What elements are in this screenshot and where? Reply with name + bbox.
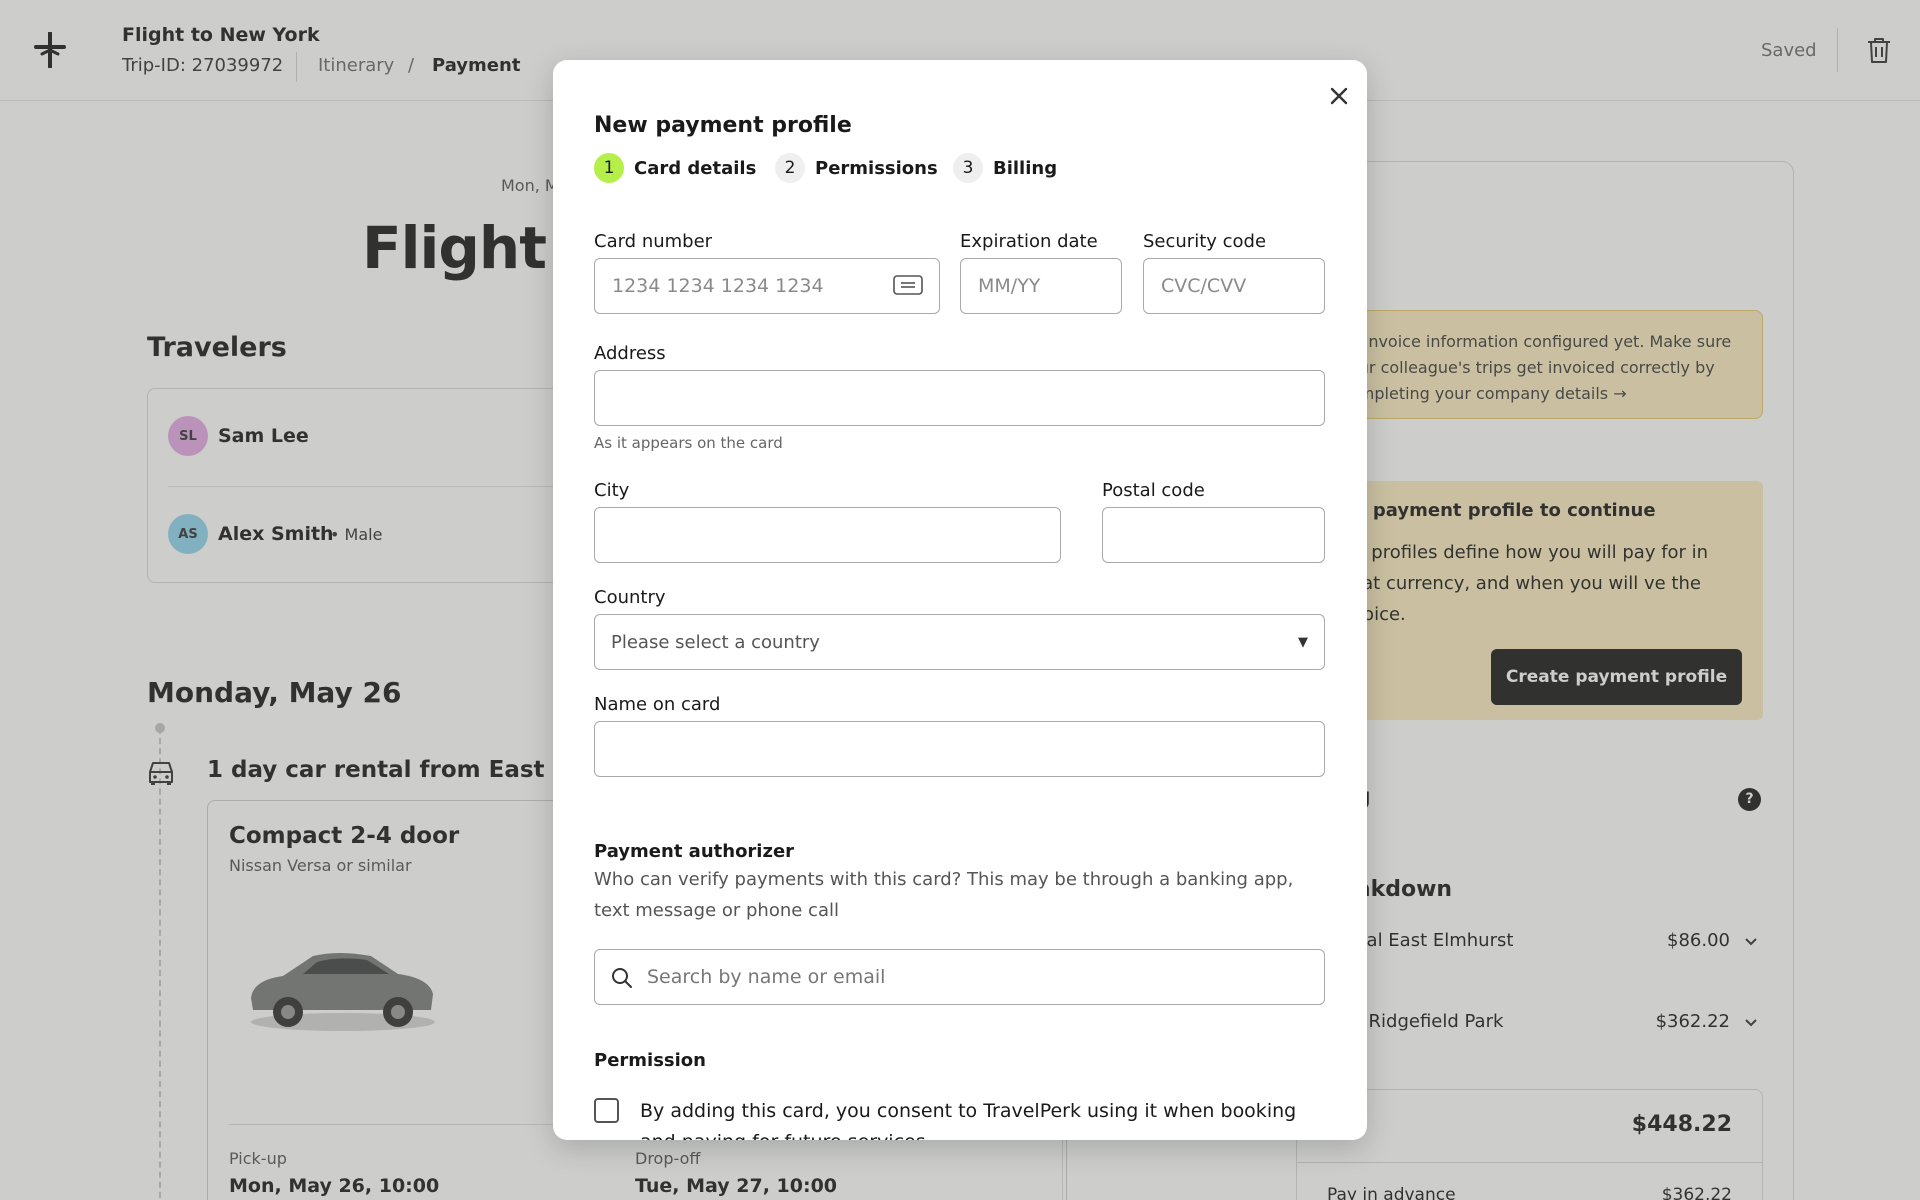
credit-card-icon	[893, 275, 923, 295]
close-icon	[1330, 87, 1348, 105]
step-number: 2	[775, 153, 805, 183]
card-number-label: Card number	[594, 231, 713, 252]
country-label: Country	[594, 587, 666, 608]
expiration-date-label: Expiration date	[960, 231, 1098, 252]
permission-title: Permission	[594, 1050, 706, 1071]
name-on-card-input[interactable]	[594, 721, 1325, 777]
country-select[interactable]: Please select a country ▼	[594, 614, 1325, 670]
modal-title: New payment profile	[594, 113, 852, 138]
step-label: Billing	[993, 157, 1058, 179]
security-code-input[interactable]	[1143, 258, 1325, 314]
payment-authorizer-description: Who can verify payments with this card? …	[594, 869, 1294, 921]
expiration-date-input[interactable]	[960, 258, 1122, 314]
step-permissions[interactable]: 2 Permissions	[775, 152, 938, 184]
address-input[interactable]	[594, 370, 1325, 426]
step-number: 3	[953, 153, 983, 183]
address-hint: As it appears on the card	[594, 434, 783, 452]
country-select-value: Please select a country	[611, 631, 820, 653]
postal-code-label: Postal code	[1102, 480, 1205, 501]
name-on-card-label: Name on card	[594, 694, 721, 715]
city-input[interactable]	[594, 507, 1061, 563]
authorizer-search	[594, 949, 1325, 1005]
payment-profile-modal: New payment profile 1 Card details 2 Per…	[553, 60, 1367, 1140]
step-number: 1	[594, 153, 624, 183]
step-card-details[interactable]: 1 Card details	[594, 152, 756, 184]
address-label: Address	[594, 343, 666, 364]
search-icon	[612, 968, 632, 988]
city-label: City	[594, 480, 630, 501]
step-label: Card details	[634, 157, 757, 179]
step-billing[interactable]: 3 Billing	[953, 152, 1057, 184]
caret-down-icon: ▼	[1298, 634, 1308, 650]
authorizer-search-input[interactable]	[647, 950, 1317, 1004]
payment-authorizer-title: Payment authorizer	[594, 841, 795, 862]
card-number-input[interactable]	[594, 258, 940, 314]
consent-checkbox[interactable]	[594, 1098, 619, 1123]
postal-code-input[interactable]	[1102, 507, 1325, 563]
step-label: Permissions	[815, 157, 938, 179]
security-code-label: Security code	[1143, 231, 1267, 252]
close-button[interactable]	[1321, 78, 1357, 114]
consent-text: By adding this card, you consent to Trav…	[640, 1100, 1297, 1140]
